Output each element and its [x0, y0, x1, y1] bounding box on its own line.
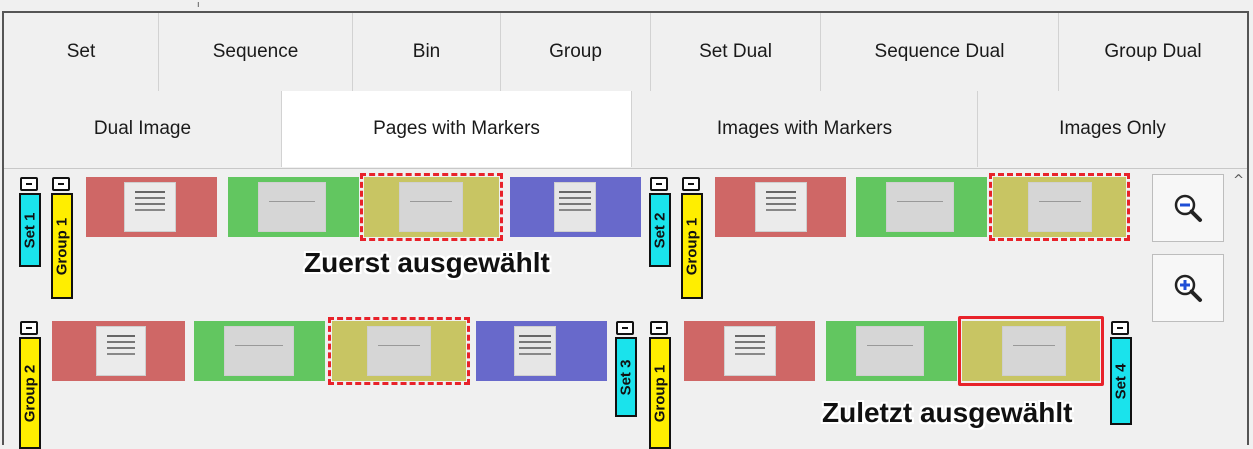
set-marker-2[interactable]: Set 2 [649, 193, 671, 267]
scroll-up-arrow-icon[interactable]: ^ [1233, 173, 1244, 188]
group-marker-2[interactable]: Group 2 [19, 337, 41, 449]
thumbnail-page[interactable] [476, 321, 607, 381]
thumbnail-page[interactable] [684, 321, 815, 381]
tab-set[interactable]: Set [4, 13, 159, 91]
marker-toggle-group1b[interactable] [682, 177, 700, 191]
set-marker-4[interactable]: Set 4 [1110, 337, 1132, 425]
marker-toggle-set3[interactable] [616, 321, 634, 335]
selection-outline [328, 317, 470, 385]
marker-toggle-set2[interactable] [650, 177, 668, 191]
callout-first-selected: Zuerst ausgewählt [304, 247, 550, 278]
thumbnail-page[interactable] [826, 321, 957, 381]
title-mark: ı [197, 0, 200, 10]
vertical-scrollbar[interactable]: ^ [1227, 169, 1247, 445]
page-viewer-window: Set Sequence Bin Group Set Dual Sequence… [2, 11, 1249, 449]
callout-last-selected: Zuletzt ausgewählt [822, 397, 1073, 428]
tab-pages-with-markers[interactable]: Pages with Markers [282, 91, 632, 167]
tab-images-only[interactable]: Images Only [978, 91, 1247, 167]
tab-sequence[interactable]: Sequence [159, 13, 353, 91]
marker-toggle-set4[interactable] [1111, 321, 1129, 335]
selection-outline-last [958, 316, 1104, 386]
group-marker-1b[interactable]: Group 1 [681, 193, 703, 299]
zoom-in-icon [1174, 274, 1202, 302]
group-marker-1[interactable]: Group 1 [51, 193, 73, 299]
thumbnail-page[interactable] [715, 177, 846, 237]
zoom-out-button[interactable] [1152, 174, 1224, 242]
thumbnail-panel: Set 1 Group 1 Set 2 Group 1 Zuerst ausge… [4, 168, 1247, 449]
tab-group-dual[interactable]: Group Dual [1059, 13, 1247, 91]
tab-images-with-markers[interactable]: Images with Markers [632, 91, 978, 167]
zoom-in-button[interactable] [1152, 254, 1224, 322]
tab-group[interactable]: Group [501, 13, 651, 91]
thumbnail-page[interactable] [856, 177, 987, 237]
tab-dual-image[interactable]: Dual Image [4, 91, 282, 167]
thumbnail-page[interactable] [194, 321, 325, 381]
tab-set-dual[interactable]: Set Dual [651, 13, 821, 91]
tab-bin[interactable]: Bin [353, 13, 501, 91]
set-marker-1[interactable]: Set 1 [19, 193, 41, 267]
tab-row-1: Set Sequence Bin Group Set Dual Sequence… [4, 13, 1247, 92]
tab-row-2: Dual Image Pages with Markers Images wit… [4, 91, 1247, 167]
marker-toggle-group2[interactable] [20, 321, 38, 335]
group-marker-1c[interactable]: Group 1 [649, 337, 671, 449]
set-marker-3[interactable]: Set 3 [615, 337, 637, 417]
marker-toggle-group1a[interactable] [52, 177, 70, 191]
marker-toggle-set1[interactable] [20, 177, 38, 191]
thumbnail-page[interactable] [86, 177, 217, 237]
thumbnail-page[interactable] [510, 177, 641, 237]
thumbnail-page[interactable] [228, 177, 359, 237]
tab-sequence-dual[interactable]: Sequence Dual [821, 13, 1059, 91]
marker-toggle-group1c[interactable] [650, 321, 668, 335]
zoom-out-icon [1174, 194, 1202, 222]
selection-outline-first [360, 173, 503, 241]
selection-outline [989, 173, 1130, 241]
thumbnail-page[interactable] [52, 321, 185, 381]
